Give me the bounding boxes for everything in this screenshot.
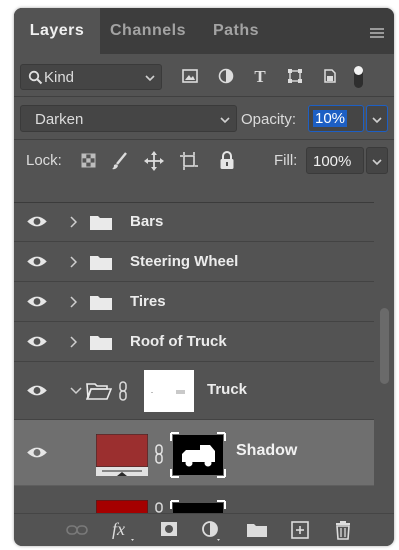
layer-row-steering-wheel[interactable]: Steering Wheel	[14, 242, 374, 282]
lock-label: Lock:	[26, 152, 62, 169]
new-group-folder-icon[interactable]	[246, 522, 268, 538]
layer-name[interactable]: Bars	[130, 213, 163, 230]
layer-row-bars[interactable]: Bars	[14, 202, 374, 242]
visibility-eye-icon[interactable]	[14, 420, 60, 485]
layer-mask-thumbnail	[170, 500, 226, 513]
blend-mode-value: Darken	[35, 111, 84, 128]
scrollbar-thumb[interactable]	[380, 308, 389, 384]
folder-icon	[90, 336, 112, 350]
search-icon	[28, 70, 43, 85]
blend-row: Darken Opacity: 10%	[14, 97, 394, 139]
chevron-right-icon[interactable]	[69, 256, 77, 268]
tab-channels[interactable]: Channels	[100, 8, 196, 54]
visibility-eye-icon[interactable]	[14, 242, 60, 281]
layer-row-shadow-selected[interactable]: Shadow	[14, 420, 374, 486]
chevron-down-icon[interactable]	[70, 387, 82, 395]
mask-link-chain-icon[interactable]	[118, 381, 128, 401]
opacity-input[interactable]: 10%	[308, 105, 364, 132]
type-filter-icon[interactable]: T	[252, 67, 268, 85]
opacity-stepper-button[interactable]	[366, 105, 388, 132]
blend-mode-dropdown[interactable]: Darken	[20, 105, 237, 132]
chevron-right-icon[interactable]	[69, 336, 77, 348]
folder-icon	[90, 216, 112, 230]
panel-menu-icon[interactable]	[370, 28, 384, 38]
filter-kind-label: Kind	[44, 69, 75, 86]
layer-style-fx-icon[interactable]: fx	[110, 518, 138, 542]
open-folder-icon	[86, 383, 112, 400]
layer-thumbnail-red	[96, 500, 148, 513]
layer-name[interactable]: Roof of Truck	[130, 333, 227, 350]
layer-color-fill-thumbnail[interactable]	[96, 434, 148, 476]
svg-text:fx: fx	[112, 519, 125, 539]
chevron-down-icon	[372, 159, 382, 166]
layers-panel: Layers Channels Paths Kind T Darken Opac…	[14, 8, 394, 546]
layer-row-tires[interactable]: Tires	[14, 282, 374, 322]
chevron-down-icon	[220, 117, 230, 124]
adjustment-layer-icon[interactable]	[201, 520, 223, 542]
chevron-down-icon	[145, 75, 155, 82]
lock-artboard-icon[interactable]	[180, 152, 198, 170]
lock-pixels-brush-icon[interactable]	[111, 151, 129, 171]
tab-layers[interactable]: Layers	[14, 8, 100, 54]
chevron-right-icon[interactable]	[69, 216, 77, 228]
fill-value: 100%	[313, 153, 352, 170]
layer-row-partial[interactable]	[14, 486, 374, 513]
shape-filter-icon[interactable]	[287, 68, 303, 84]
adjustment-filter-icon[interactable]	[218, 68, 234, 84]
visibility-eye-icon[interactable]	[14, 322, 60, 361]
new-layer-icon[interactable]	[291, 521, 309, 539]
layer-name[interactable]: Steering Wheel	[130, 253, 238, 270]
folder-icon	[90, 296, 112, 310]
folder-icon	[90, 256, 112, 270]
lock-all-icon[interactable]	[219, 151, 235, 170]
filter-kind-dropdown[interactable]: Kind	[20, 64, 162, 90]
layer-name[interactable]: Tires	[130, 293, 166, 310]
mask-link-chain-icon[interactable]	[154, 444, 164, 464]
layer-row-truck[interactable]: Truck	[14, 362, 374, 420]
tab-bar: Layers Channels Paths	[14, 8, 394, 54]
chevron-down-icon	[372, 117, 382, 124]
visibility-eye-icon[interactable]	[14, 202, 60, 241]
chevron-right-icon[interactable]	[69, 296, 77, 308]
layer-name[interactable]: Shadow	[236, 442, 297, 460]
lock-position-move-icon[interactable]	[144, 151, 164, 171]
fill-stepper-button[interactable]	[366, 147, 388, 174]
filter-toggle-switch[interactable]	[354, 66, 363, 88]
svg-text:T: T	[254, 67, 266, 85]
opacity-value: 10%	[313, 110, 348, 127]
layer-row-roof-of-truck[interactable]: Roof of Truck	[14, 322, 374, 362]
opacity-label: Opacity:	[241, 111, 297, 128]
layer-name[interactable]: Truck	[207, 381, 247, 398]
mask-link-chain-icon	[155, 502, 163, 513]
lock-row: Lock: Fill: 100%	[14, 140, 394, 182]
link-layers-icon[interactable]	[66, 524, 88, 536]
layers-scrollbar[interactable]	[374, 202, 394, 514]
visibility-eye-icon[interactable]	[14, 362, 60, 419]
layer-mask-thumbnail[interactable]	[170, 432, 226, 478]
bottom-toolbar: fx	[14, 513, 394, 546]
filter-row: Kind T	[14, 54, 394, 96]
add-mask-icon[interactable]	[160, 521, 178, 537]
delete-trash-icon[interactable]	[334, 520, 352, 540]
lock-transparency-icon[interactable]	[81, 153, 96, 168]
tab-paths[interactable]: Paths	[196, 8, 276, 54]
fill-label: Fill:	[274, 152, 298, 169]
fill-input[interactable]: 100%	[306, 147, 364, 174]
visibility-eye-icon[interactable]	[14, 282, 60, 321]
group-mask-thumbnail[interactable]	[144, 370, 194, 412]
smart-object-filter-icon[interactable]	[323, 68, 337, 84]
image-filter-icon[interactable]	[182, 69, 198, 83]
